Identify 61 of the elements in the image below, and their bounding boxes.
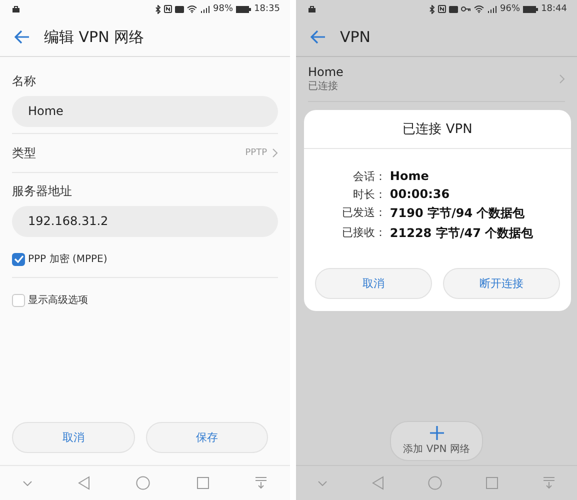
checkbox-label: PPP 加密 (MPPE) (28, 252, 108, 266)
select-value[interactable]: PPTP (245, 148, 267, 158)
status-time: 18:44 (541, 4, 567, 14)
info-label: 会话： (352, 169, 386, 184)
add-vpn-button[interactable]: 添加 VPN 网络 (390, 421, 483, 461)
info-label: 时长： (352, 187, 386, 202)
dialog-title: 已连接 VPN (304, 110, 571, 149)
back-icon[interactable] (14, 30, 30, 44)
recents-icon[interactable] (486, 477, 498, 489)
briefcase-icon (308, 6, 316, 12)
checkbox[interactable] (12, 252, 25, 266)
info-label: 已发送： (342, 205, 386, 221)
battery-percentage: 96% (500, 4, 520, 14)
pull-down-icon[interactable] (254, 477, 267, 489)
signal-icon (487, 5, 498, 13)
wifi-icon (474, 5, 484, 13)
info-value: 00:00:36 (390, 187, 451, 202)
back-icon[interactable] (372, 476, 384, 490)
recents-icon[interactable] (196, 477, 209, 489)
chevron-right-icon (559, 74, 565, 84)
dialog-button[interactable]: 取消 (315, 268, 432, 299)
vpn-status: 已连接 (308, 80, 339, 93)
back-icon[interactable] (78, 476, 90, 490)
signal-icon (200, 5, 210, 13)
nfc-icon (164, 5, 172, 13)
screen-title: 编辑 VPN 网络 (44, 28, 144, 46)
chevron-down-icon[interactable] (318, 480, 328, 486)
checkbox-label: 显示高级选项 (28, 294, 88, 307)
nfc-icon (438, 5, 446, 13)
bluetooth-icon (155, 4, 162, 14)
dialog-button[interactable]: 取消 (12, 422, 134, 453)
briefcase-icon (12, 6, 20, 12)
vpn-list-item[interactable]: Home 已连接 (308, 57, 565, 102)
input-field[interactable]: 192.168.31.2 (12, 206, 278, 237)
dialog-button[interactable]: 保存 (146, 422, 268, 453)
dialog-button[interactable]: 断开连接 (443, 268, 560, 299)
back-icon[interactable] (310, 30, 326, 44)
battery-icon (236, 6, 252, 12)
field-label: 类型 (12, 144, 36, 162)
field-label: 服务器地址 (12, 183, 73, 200)
bluetooth-icon (429, 4, 436, 14)
screen-title: VPN (340, 28, 371, 46)
chevron-right-icon (272, 148, 278, 158)
chevron-down-icon[interactable] (23, 480, 32, 486)
wifi-icon (187, 5, 198, 13)
home-icon[interactable] (428, 476, 442, 490)
vpn-name: Home (308, 65, 344, 79)
battery-percentage: 98% (213, 4, 234, 14)
plus-icon (430, 426, 444, 440)
status-time: 18:35 (254, 4, 280, 14)
pull-down-icon[interactable] (542, 477, 555, 489)
info-value: 7190 字节/94 个数据包 (390, 205, 526, 222)
info-label: 已接收： (342, 225, 386, 241)
battery-icon (523, 6, 538, 12)
field-label: 名称 (12, 73, 37, 90)
checkmark-icon (14, 255, 24, 263)
input-field[interactable]: Home (12, 96, 278, 127)
home-icon[interactable] (136, 476, 150, 490)
info-value: Home (390, 169, 430, 184)
checkbox[interactable] (12, 294, 25, 306)
info-value: 21228 字节/47 个数据包 (390, 225, 534, 242)
